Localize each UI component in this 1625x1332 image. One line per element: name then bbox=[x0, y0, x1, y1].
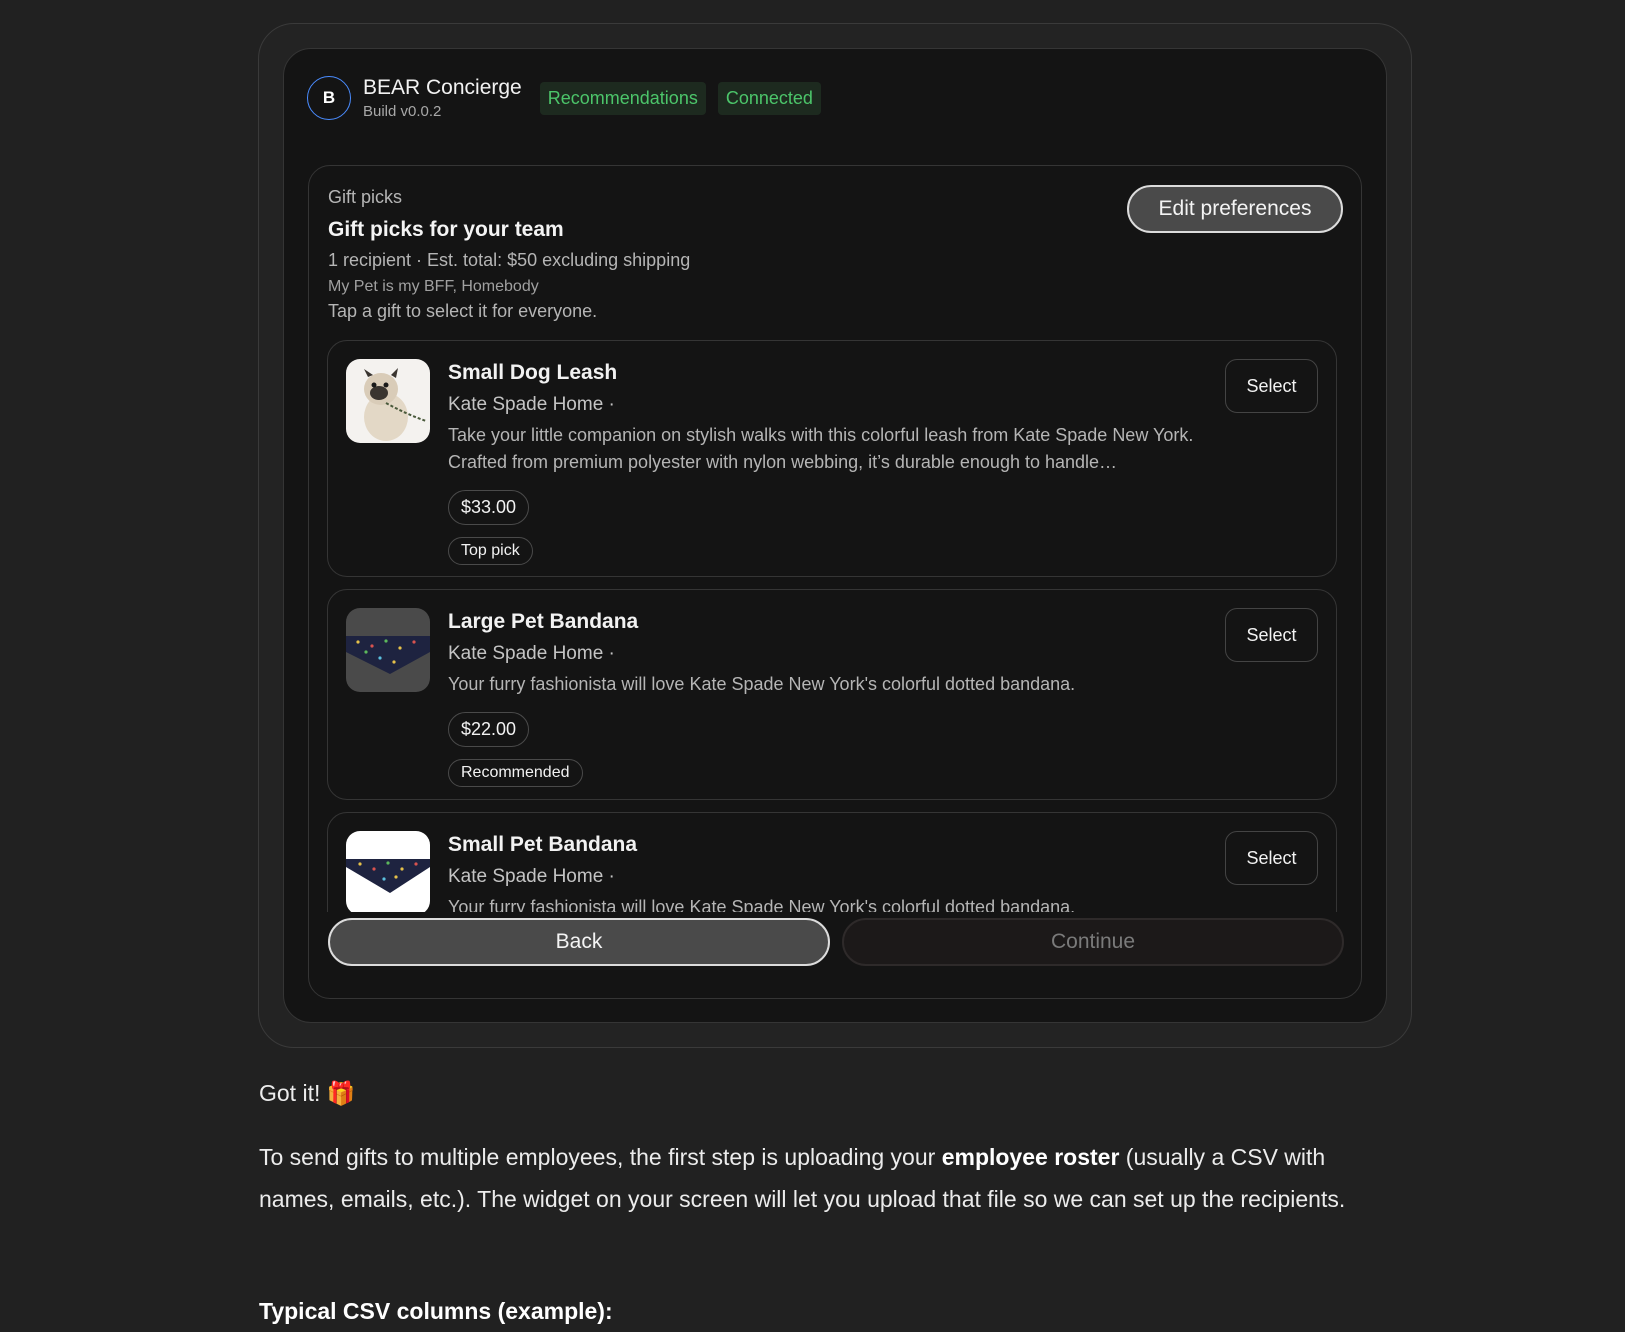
item-brand: Kate Spade Home · bbox=[448, 866, 615, 887]
back-button[interactable]: Back bbox=[328, 918, 830, 966]
select-button[interactable]: Select bbox=[1225, 831, 1318, 885]
gift-item-small-pet-bandana[interactable]: Small Pet Bandana Kate Spade Home · Your… bbox=[327, 812, 1337, 912]
section-summary: 1 recipient · Est. total: $50 excluding … bbox=[328, 250, 691, 270]
item-name: Small Dog Leash bbox=[448, 361, 618, 384]
message-paragraph: To send gifts to multiple employees, the… bbox=[259, 1136, 1399, 1220]
avatar: B bbox=[307, 76, 351, 120]
status-badge: Top pick bbox=[448, 537, 533, 565]
item-description: Your furry fashionista will love Kate Sp… bbox=[448, 674, 1076, 694]
gift-list[interactable]: Small Dog Leash Kate Spade Home · Take y… bbox=[327, 340, 1339, 912]
item-body: Small Dog Leash Kate Spade Home · Take y… bbox=[448, 361, 1208, 565]
item-description: Your furry fashionista will love Kate Sp… bbox=[448, 897, 1076, 912]
select-button[interactable]: Select bbox=[1225, 359, 1318, 413]
item-brand: Kate Spade Home · bbox=[448, 643, 615, 664]
price-badge: $22.00 bbox=[448, 712, 530, 747]
concierge-widget: B BEAR Concierge Build v0.0.2 Recommenda… bbox=[283, 48, 1387, 1023]
bandana-photo-icon bbox=[346, 608, 430, 692]
select-button[interactable]: Select bbox=[1225, 608, 1318, 662]
dog-photo-icon bbox=[346, 359, 430, 443]
gift-item-large-pet-bandana[interactable]: Large Pet Bandana Kate Spade Home · Your… bbox=[327, 589, 1337, 800]
widget-header: B BEAR Concierge Build v0.0.2 Recommenda… bbox=[307, 75, 821, 121]
continue-button[interactable]: Continue bbox=[842, 918, 1344, 966]
item-name: Small Pet Bandana bbox=[448, 833, 638, 856]
message-heading: Typical CSV columns (example): bbox=[259, 1298, 613, 1324]
bandana-photo-icon bbox=[346, 831, 430, 912]
message-line: Got it! 🎁 bbox=[259, 1080, 356, 1106]
badge-recommendations: Recommendations bbox=[539, 81, 706, 115]
status-badge: Recommended bbox=[448, 759, 583, 787]
app-build: Build v0.0.2 bbox=[363, 103, 442, 120]
message-bold-text: employee roster bbox=[941, 1144, 1120, 1170]
item-body: Large Pet Bandana Kate Spade Home · Your… bbox=[448, 610, 1208, 787]
section-hint: Tap a gift to select it for everyone. bbox=[328, 301, 598, 321]
edit-preferences-button[interactable]: Edit preferences bbox=[1127, 185, 1343, 233]
item-name: Large Pet Bandana bbox=[448, 610, 639, 633]
gift-picks-card: Gift picks Gift picks for your team 1 re… bbox=[308, 165, 1362, 999]
title-block: BEAR Concierge Build v0.0.2 bbox=[363, 76, 522, 120]
section-title: Gift picks for your team bbox=[328, 218, 564, 241]
section-label: Gift picks bbox=[328, 187, 403, 207]
assistant-message: Got it! 🎁 To send gifts to multiple empl… bbox=[259, 1072, 1399, 1324]
message-text: To send gifts to multiple employees, the… bbox=[259, 1144, 942, 1170]
badge-connected: Connected bbox=[717, 81, 821, 115]
section-tags: My Pet is my BFF, Homebody bbox=[328, 278, 539, 295]
item-brand: Kate Spade Home · bbox=[448, 394, 615, 415]
item-body: Small Pet Bandana Kate Spade Home · Your… bbox=[448, 833, 1208, 912]
gift-item-small-dog-leash[interactable]: Small Dog Leash Kate Spade Home · Take y… bbox=[327, 340, 1337, 577]
price-badge: $33.00 bbox=[448, 490, 530, 525]
item-description: Take your little companion on stylish wa… bbox=[448, 425, 1194, 472]
app-title: BEAR Concierge bbox=[363, 76, 522, 99]
